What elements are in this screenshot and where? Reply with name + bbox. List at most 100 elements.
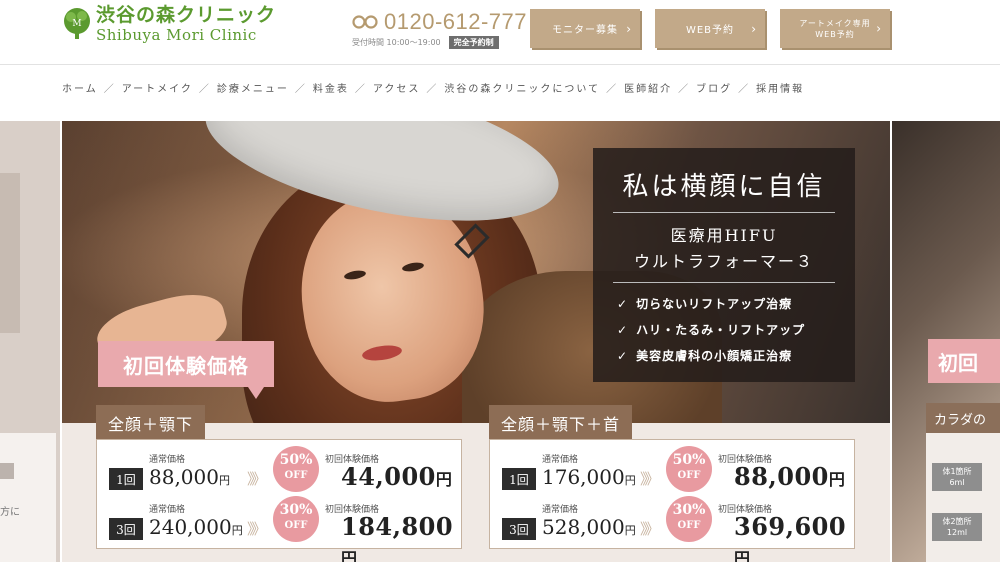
previous-slide-price-card: 方に [0, 433, 56, 562]
off-label: OFF [677, 520, 701, 531]
global-nav: ホーム ／ アートメイク ／ 診療メニュー ／ 料金表 ／ アクセス ／ 渋谷の… [62, 80, 804, 95]
next-slide-trial-tag: 初回 [928, 339, 1000, 383]
price-row: 1回 通常価格 176,000円 》》 50% OFF 初回体験価格 88,000… [490, 446, 856, 496]
check-icon: ✓ [617, 297, 629, 311]
price-row: 3回 通常価格 240,000円 》》 30% OFF 初回体験価格 184,80… [97, 496, 463, 562]
monitor-recruit-button[interactable]: モニター募集 › [530, 9, 640, 48]
discount-percent: 30% [672, 502, 706, 518]
next-slide-chip: 体1箇所 6ml [932, 463, 982, 491]
arrow-icon: 》》 [640, 470, 659, 488]
panel-title: 全顔＋顎下＋首 [489, 405, 633, 439]
regular-price-value: 528,000 [542, 515, 625, 539]
yen-unit: 円 [231, 524, 243, 537]
feature-item: ✓ ハリ・たるみ・リフトアップ [617, 317, 805, 343]
next-slide-title: カラダの [926, 403, 1000, 433]
chevron-right-icon: › [626, 21, 632, 36]
previous-slide-peek[interactable]: 方に [0, 121, 60, 562]
off-label: OFF [284, 470, 308, 481]
nav-separator: ／ [198, 84, 209, 95]
arrow-icon: 》》 [640, 520, 659, 538]
phone-number[interactable]: 0120-612-777 [384, 10, 527, 34]
yen-unit: 円 [435, 470, 453, 489]
clinic-logo[interactable]: M 渋谷の森クリニック Shibuya Mori Clinic [62, 4, 276, 44]
tree-logo-icon: M [62, 7, 92, 41]
session-count: 1回 [109, 468, 143, 490]
trial-price-value: 184,800 [341, 512, 454, 541]
feature-item: ✓ 美容皮膚科の小顔矯正治療 [617, 343, 805, 369]
reception-hours: 受付時間 10:00〜19:00 [352, 38, 441, 47]
slide-subtitle-2: ウルトラフォーマー３ [633, 252, 814, 271]
svg-text:M: M [72, 19, 81, 29]
nav-item-about[interactable]: 渋谷の森クリニックについて [444, 80, 600, 95]
chevron-right-icon: › [876, 21, 882, 35]
regular-price-value: 176,000 [542, 465, 625, 489]
regular-price-label: 通常価格 [542, 505, 579, 515]
yen-unit: 円 [828, 470, 846, 489]
next-slide-peek[interactable]: 初回 カラダの 体1箇所 6ml 体2箇所 12ml [892, 121, 1000, 562]
headline-divider [613, 212, 835, 213]
trial-price: 44,000円 [341, 462, 452, 491]
nav-separator: ／ [294, 84, 305, 95]
yen-unit: 円 [734, 549, 751, 562]
feature-text: ハリ・たるみ・リフトアップ [636, 323, 806, 337]
trial-price: 369,600 円 [734, 512, 856, 562]
nav-separator: ／ [354, 84, 365, 95]
headline-box: 私は横顔に自信 医療用HIFU ウルトラフォーマー３ ✓ 切らないリフトアップ治療… [593, 148, 855, 382]
check-icon: ✓ [617, 349, 629, 363]
feature-list: ✓ 切らないリフトアップ治療 ✓ ハリ・たるみ・リフトアップ ✓ 美容皮膚科の小顔矯正… [617, 291, 805, 369]
regular-price-label: 通常価格 [149, 455, 186, 465]
web-reserve-label: WEB予約 [685, 25, 735, 36]
nav-separator: ／ [426, 84, 437, 95]
phone-contact[interactable]: 0120-612-777 受付時間 10:00〜19:00 完全予約制 [352, 10, 527, 49]
trial-price: 184,800 円 [341, 512, 463, 562]
regular-price-value: 240,000 [149, 515, 232, 539]
regular-price-label: 通常価格 [542, 455, 579, 465]
next-slide-chip: 体2箇所 12ml [932, 513, 982, 541]
discount-badge: 50% OFF [273, 446, 319, 492]
check-icon: ✓ [617, 323, 629, 337]
nav-item-doctors[interactable]: 医師紹介 [624, 80, 672, 95]
off-label: OFF [284, 520, 308, 531]
web-reserve-button[interactable]: WEB予約 › [655, 9, 765, 48]
hifu-campaign-slide[interactable]: 私は横顔に自信 医療用HIFU ウルトラフォーマー３ ✓ 切らないリフトアップ治療… [62, 121, 890, 562]
reservation-only-badge: 完全予約制 [448, 36, 499, 49]
price-row: 1回 通常価格 88,000円 》》 50% OFF 初回体験価格 44,000円 [97, 446, 463, 496]
headline-divider [613, 282, 835, 283]
feature-text: 美容皮膚科の小顔矯正治療 [636, 349, 793, 363]
art-make-reserve-button[interactable]: アートメイク専用 WEB予約 › [780, 9, 890, 48]
nav-item-menu[interactable]: 診療メニュー [217, 80, 289, 95]
discount-badge: 30% OFF [273, 496, 319, 542]
monitor-recruit-label: モニター募集 [552, 25, 618, 36]
trial-price-value: 369,600 [734, 512, 847, 541]
trial-price-tag: 初回体験価格 [98, 341, 274, 399]
session-count: 1回 [502, 468, 536, 490]
logo-japanese: 渋谷の森クリニック [96, 4, 277, 26]
nav-item-price[interactable]: 料金表 [313, 80, 349, 95]
regular-price: 240,000円 [149, 515, 243, 539]
regular-price-label: 通常価格 [149, 505, 186, 515]
slide-headline: 私は横顔に自信 [622, 172, 826, 202]
regular-price: 528,000円 [542, 515, 636, 539]
chevron-right-icon: › [751, 21, 757, 36]
price-table: 1回 通常価格 88,000円 》》 50% OFF 初回体験価格 44,000円… [96, 439, 463, 562]
regular-price: 88,000円 [149, 465, 230, 489]
header-divider [0, 64, 1000, 65]
price-row: 3回 通常価格 528,000円 》》 30% OFF 初回体験価格 369,60… [490, 496, 856, 562]
off-label: OFF [677, 470, 701, 481]
nav-item-recruit[interactable]: 採用情報 [756, 80, 804, 95]
yen-unit: 円 [218, 474, 230, 487]
art-make-reserve-label: アートメイク専用 WEB予約 [799, 18, 871, 39]
previous-slide-chip [0, 463, 14, 479]
nav-separator: ／ [606, 84, 617, 95]
nav-item-access[interactable]: アクセス [373, 80, 421, 95]
price-table: 1回 通常価格 176,000円 》》 50% OFF 初回体験価格 88,000… [489, 439, 856, 562]
price-panel-face-chin-neck: 全顔＋顎下＋首 1回 通常価格 176,000円 》》 50% OFF 初回体験価… [489, 405, 856, 562]
hero-slider[interactable]: 方に 私は横顔に自信 医療用HIFU ウルトラフォーマー３ ✓ 切らないリフトアッ… [0, 121, 1000, 562]
nav-item-home[interactable]: ホーム [62, 80, 98, 95]
previous-slide-text: 方に [0, 507, 20, 518]
regular-price: 176,000円 [542, 465, 636, 489]
discount-percent: 50% [279, 452, 313, 468]
previous-slide-image [0, 173, 20, 333]
nav-item-artmake[interactable]: アートメイク [122, 80, 193, 95]
nav-item-blog[interactable]: ブログ [696, 80, 732, 95]
